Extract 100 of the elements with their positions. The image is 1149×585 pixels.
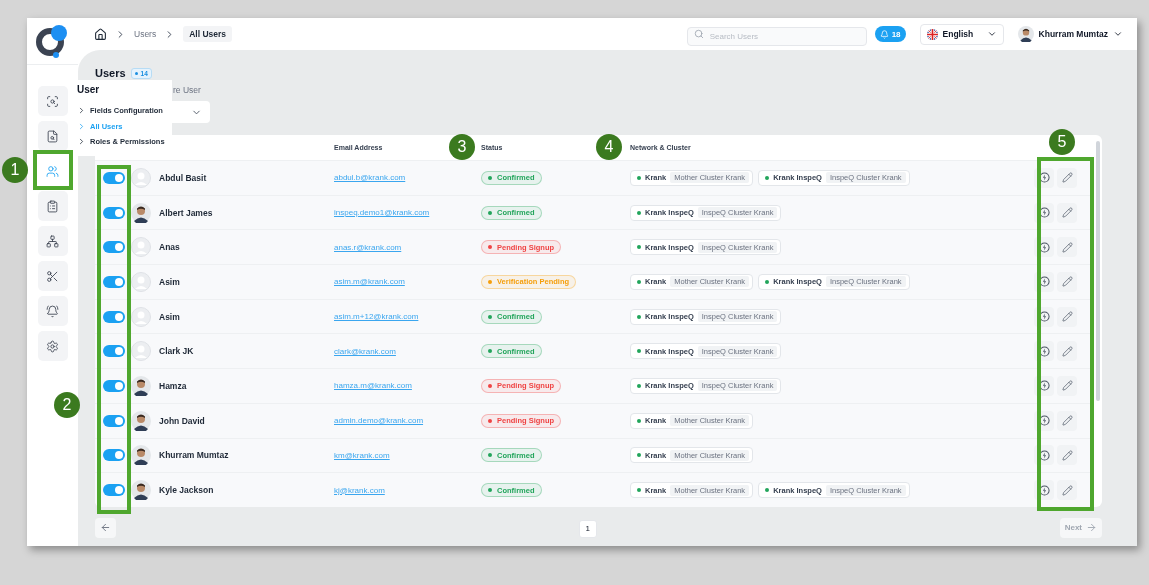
step-marker: 1	[2, 157, 28, 183]
highlight-frame	[33, 150, 73, 190]
avatar	[131, 237, 151, 258]
email-link[interactable]: hamza.m@krank.com	[334, 381, 412, 391]
avatar	[131, 271, 151, 292]
bolt-circle-icon	[1038, 276, 1050, 288]
user-name: John David	[159, 415, 205, 426]
email-link[interactable]: kj@krank.com	[334, 485, 385, 495]
toggle-switch[interactable]	[103, 310, 125, 323]
user-name: Abdul Basit	[159, 172, 207, 183]
toggle-switch[interactable]	[103, 484, 125, 497]
user-name: Albert James	[159, 207, 213, 218]
user-name: Anas	[159, 242, 180, 253]
pencil-icon	[1061, 311, 1073, 323]
user-name: Kyle Jackson	[159, 485, 214, 496]
edit-button[interactable]	[1057, 480, 1077, 501]
notification-button[interactable]: 18	[874, 26, 906, 42]
avatar	[1017, 26, 1034, 42]
toggle-switch[interactable]	[103, 171, 125, 184]
edit-button[interactable]	[1057, 202, 1077, 223]
pencil-icon	[1061, 207, 1073, 219]
network-dot	[765, 279, 770, 284]
page-button[interactable]: 1	[578, 519, 597, 538]
avatar	[131, 202, 151, 223]
edit-button[interactable]	[1057, 167, 1077, 188]
edit-button[interactable]	[1057, 271, 1077, 292]
edit-button[interactable]	[1057, 306, 1077, 327]
network-dot	[637, 314, 641, 319]
bolt-circle-icon	[1038, 415, 1050, 427]
edit-button[interactable]	[1057, 375, 1077, 396]
breadcrumb-link[interactable]: Users	[134, 29, 157, 39]
network-dot	[765, 488, 770, 493]
pencil-icon	[1061, 345, 1073, 357]
toggle-switch[interactable]	[103, 379, 125, 392]
email-link[interactable]: abdul.b@krank.com	[334, 173, 406, 183]
breadcrumb-link[interactable]: All Users	[183, 26, 233, 42]
edit-button[interactable]	[1057, 445, 1077, 466]
pencil-icon	[1061, 241, 1073, 253]
toggle-switch[interactable]	[103, 414, 125, 427]
scissors-icon	[46, 269, 59, 283]
scrollbar[interactable]	[1096, 141, 1100, 401]
bolt-circle-icon	[1038, 380, 1050, 392]
count-dot	[134, 71, 138, 75]
network-dot	[637, 210, 641, 215]
toggle-switch[interactable]	[103, 275, 125, 288]
toggle-switch[interactable]	[103, 449, 125, 462]
pencil-icon	[1061, 484, 1073, 496]
email-link[interactable]: anas.r@krank.com	[334, 242, 402, 252]
network-dot	[637, 418, 641, 423]
pencil-icon	[1061, 415, 1073, 427]
sidebar-item[interactable]	[37, 226, 68, 256]
bolt-circle-icon	[1038, 449, 1050, 461]
network-dot	[637, 349, 641, 354]
email-link[interactable]: inspeq.demo1@krank.com	[334, 208, 430, 218]
sidebar-item[interactable]	[37, 261, 68, 291]
email-link[interactable]: clark@krank.com	[334, 346, 396, 356]
user-name: Clark JK	[159, 346, 194, 357]
previous-button[interactable]	[95, 517, 116, 538]
sidebar-item[interactable]	[37, 191, 68, 221]
network-dot	[637, 279, 641, 284]
user-name: Asim	[159, 276, 180, 287]
email-link[interactable]: asim.m+12@krank.com	[334, 312, 419, 322]
avatar	[131, 375, 151, 396]
avatar	[131, 445, 151, 466]
network-dot	[637, 175, 641, 180]
bell-icon	[46, 304, 59, 318]
sidebar-item[interactable]	[37, 296, 68, 326]
sidebar-item[interactable]	[37, 86, 68, 116]
bolt-circle-icon	[1038, 311, 1050, 323]
avatar	[131, 410, 151, 431]
flag-icon	[926, 28, 938, 40]
bolt-circle-icon	[1038, 207, 1050, 219]
network-dot	[765, 175, 770, 180]
avatar	[131, 341, 151, 362]
language-select[interactable]: English	[919, 23, 1004, 45]
edit-button[interactable]	[1057, 410, 1077, 431]
sidebar-item[interactable]	[37, 121, 68, 151]
bolt-circle-icon	[1038, 484, 1050, 496]
edit-button[interactable]	[1057, 341, 1077, 362]
home-icon[interactable]	[94, 27, 107, 41]
scan-icon	[46, 94, 59, 108]
toggle-switch[interactable]	[103, 345, 125, 358]
email-link[interactable]: asim.m@krank.com	[334, 277, 405, 287]
user-menu[interactable]: Khurram Mumtaz	[1017, 26, 1123, 42]
bolt-circle-icon	[1038, 172, 1050, 184]
toggle-switch[interactable]	[103, 206, 125, 219]
chevron-icon	[986, 29, 997, 39]
email-link[interactable]: admin.demo@krank.com	[334, 416, 424, 426]
avatar	[131, 306, 151, 327]
flyout-title: User	[77, 84, 101, 95]
edit-button[interactable]	[1057, 237, 1077, 258]
page-subtitle: re User	[173, 85, 202, 95]
bolt-circle-icon	[1038, 345, 1050, 357]
arrow-right-icon	[1086, 522, 1097, 533]
file-search-icon	[46, 129, 59, 143]
sidebar-item[interactable]	[37, 331, 68, 361]
email-link[interactable]: km@krank.com	[334, 450, 390, 460]
toggle-switch[interactable]	[103, 241, 125, 254]
avatar	[131, 167, 151, 188]
user-name: Hamza	[159, 380, 187, 391]
